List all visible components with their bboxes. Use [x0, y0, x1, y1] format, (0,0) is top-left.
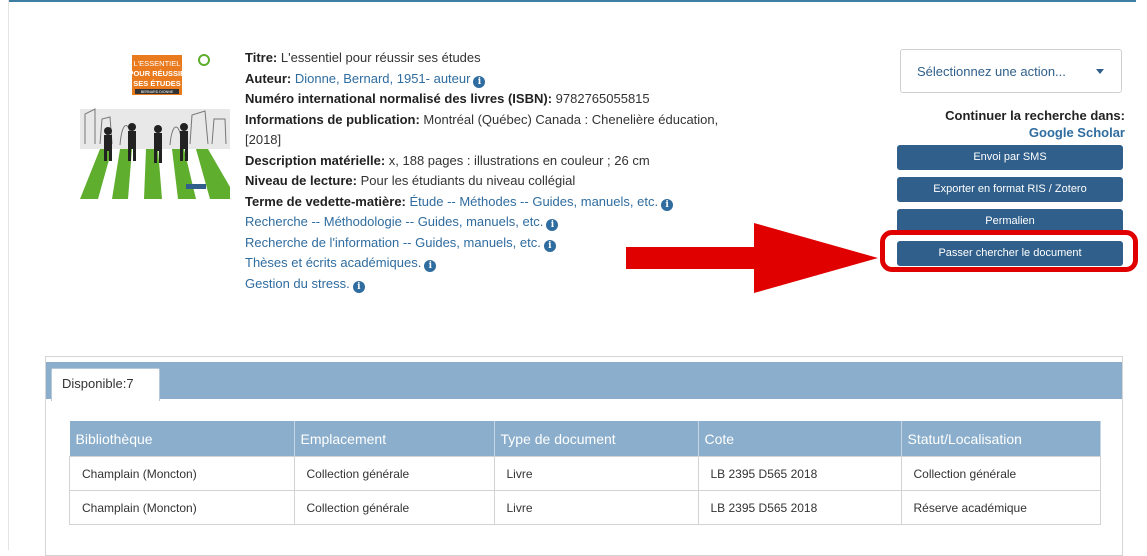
cell-statut: Collection générale [900, 456, 1101, 491]
isbn-row: Numéro international normalisé des livre… [245, 89, 865, 110]
subject-label: Terme de vedette-matière: [245, 193, 406, 209]
sms-button[interactable]: Envoi par SMS [897, 145, 1123, 170]
left-border [8, 0, 9, 550]
red-arrow-icon [626, 223, 878, 293]
action-select-label: Sélectionnez une action... [917, 64, 1066, 79]
cell-bibliotheque: Champlain (Moncton) [69, 490, 295, 525]
cover-line3: SES ÉTUDES [133, 79, 181, 88]
cell-type: Livre [493, 490, 699, 525]
cell-emplacement: Collection générale [293, 456, 495, 491]
cell-cote: LB 2395 D565 2018 [697, 456, 902, 491]
action-select[interactable]: Sélectionnez une action... [900, 49, 1122, 93]
info-icon[interactable]: i [424, 260, 437, 272]
cell-cote: LB 2395 D565 2018 [697, 490, 902, 525]
subject-link[interactable]: Recherche -- Méthodologie -- Guides, man… [245, 214, 543, 229]
table-row: Champlain (Moncton) Collection générale … [69, 456, 1101, 491]
subject-link[interactable]: Recherche de l'information -- Guides, ma… [245, 235, 541, 250]
description-row: Description matérielle: x, 188 pages : i… [245, 151, 865, 172]
subject-link[interactable]: Thèses et écrits académiques. [245, 255, 421, 270]
title-value: L'essentiel pour réussir ses études [280, 50, 481, 65]
cover-line2: POUR RÉUSSIR [128, 69, 186, 78]
description-label: Description matérielle: [245, 152, 386, 168]
publication-value: Montréal (Québec) Canada : Chenelière éd… [423, 111, 719, 127]
reading-level-row: Niveau de lecture: Pour les étudiants du… [245, 171, 865, 192]
export-ris-button[interactable]: Exporter en format RIS / Zotero [897, 177, 1123, 202]
holdings-tab-bar [46, 362, 1122, 399]
holdings-table: Bibliothèque Emplacement Type de documen… [69, 421, 1101, 525]
info-icon[interactable]: i [543, 239, 556, 252]
caret-down-icon [1096, 69, 1104, 74]
info-icon[interactable]: i [661, 198, 674, 211]
isbn-value: 9782765055815 [555, 91, 650, 106]
col-header-statut: Statut/Localisation [901, 421, 1101, 457]
publication-label: Informations de publication: [245, 111, 420, 127]
subject-link[interactable]: Gestion du stress. [245, 276, 350, 291]
description-value: x, 188 pages : illustrations en couleur … [388, 152, 650, 168]
book-cover-image[interactable]: L'ESSENTIEL POUR RÉUSSIR SES ÉTUDES BERN… [80, 49, 230, 199]
author-label: Auteur: [245, 70, 292, 86]
publication-date: [2018] [245, 132, 282, 147]
top-border [8, 0, 1136, 2]
holdings-panel: Disponible:7 Bibliothèque Emplacement Ty… [45, 356, 1123, 556]
col-header-emplacement: Emplacement [294, 421, 495, 457]
info-icon[interactable]: i [352, 280, 365, 293]
table-row: Champlain (Moncton) Collection générale … [69, 490, 1101, 525]
continue-search-label: Continuer la recherche dans: [945, 108, 1125, 123]
isbn-label: Numéro international normalisé des livre… [245, 91, 553, 106]
col-header-cote: Cote [698, 421, 902, 457]
tab-disponible[interactable]: Disponible:7 [51, 368, 160, 401]
title-row: Titre: L'essentiel pour réussir ses étud… [245, 48, 865, 69]
info-icon[interactable]: i [473, 75, 486, 88]
reading-level-label: Niveau de lecture: [245, 173, 357, 188]
google-scholar-link[interactable]: Google Scholar [945, 124, 1125, 141]
col-header-type: Type de document [494, 421, 699, 457]
subject-link[interactable]: Étude -- Méthodes -- Guides, manuels, et… [410, 194, 659, 209]
cell-bibliotheque: Champlain (Moncton) [69, 456, 295, 491]
cell-emplacement: Collection générale [293, 490, 495, 525]
title-label: Titre: [245, 50, 278, 65]
cover-author: BERNARD DIONNE [141, 90, 174, 94]
col-header-bibliotheque: Bibliothèque [69, 421, 295, 457]
subject-row: Terme de vedette-matière: Étude -- Métho… [245, 192, 865, 213]
info-icon[interactable]: i [546, 219, 559, 231]
author-link[interactable]: Dionne, Bernard, 1951- auteur [295, 71, 471, 86]
reading-level-value: Pour les étudiants du niveau collégial [360, 173, 576, 188]
publication-row: Informations de publication: Montréal (Q… [245, 110, 865, 151]
continue-search: Continuer la recherche dans: Google Scho… [945, 107, 1125, 141]
cover-line1: L'ESSENTIEL [134, 59, 181, 68]
highlight-box [880, 230, 1138, 272]
cell-statut: Réserve académique [900, 490, 1101, 525]
cell-type: Livre [493, 456, 699, 491]
author-row: Auteur: Dionne, Bernard, 1951- auteur i [245, 69, 865, 90]
table-header-row: Bibliothèque Emplacement Type de documen… [69, 421, 1101, 457]
